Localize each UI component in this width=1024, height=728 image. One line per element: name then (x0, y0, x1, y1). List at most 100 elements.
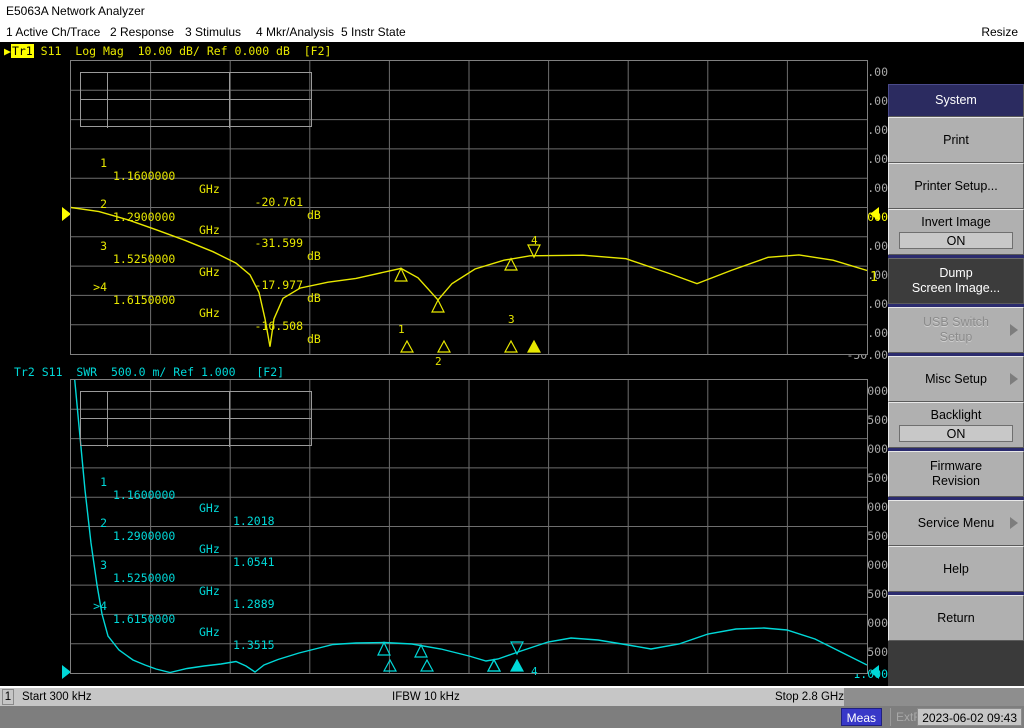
softkey-menu-title: System (888, 84, 1024, 117)
marker-freq: 1.1600000 (113, 488, 176, 502)
softkey-backlight-value[interactable]: ON (899, 425, 1013, 442)
status-bar: 1 Start 300 kHz IFBW 10 kHz Stop 2.8 GHz… (0, 686, 1024, 706)
trace1-select-arrow: ▶ (4, 44, 11, 58)
network-analyzer-window: E5063A Network Analyzer 1 Active Ch/Trac… (0, 0, 1024, 728)
axis-marker-2 (419, 658, 435, 672)
softkey-panel: System Print Printer Setup... Invert Ima… (888, 84, 1024, 728)
softkey-title-label: System (935, 93, 977, 107)
softkey-help[interactable]: Help (888, 546, 1024, 592)
marker-unit: GHz (199, 306, 220, 320)
status-channel-number: 1 (2, 689, 14, 705)
marker-value: 1.3515 (233, 638, 275, 652)
window-title-bar: E5063A Network Analyzer (0, 0, 1024, 22)
marker-id: 1 (100, 156, 107, 170)
marker-id: 2 (100, 516, 107, 530)
menu-bar: 1 Active Ch/Trace 2 Response 3 Stimulus … (0, 22, 1024, 42)
resize-button[interactable]: Resize (981, 22, 1018, 42)
trace1-number-label: 1 (870, 270, 878, 285)
trace2-marker-glyphs (377, 641, 524, 672)
status-ifbw[interactable]: IFBW 10 kHz (392, 688, 460, 706)
softkey-misc-setup-label: Misc Setup (925, 371, 987, 386)
menu-item-stimulus[interactable]: 3 Stimulus (185, 22, 241, 42)
softkey-printer-setup-label: Printer Setup... (914, 178, 998, 193)
trace2-marker-4-label: 4 (531, 665, 538, 678)
menu-item-mkr-analysis[interactable]: 4 Mkr/Analysis (256, 22, 334, 42)
table-row: 2 1.2900000 GHz -31.599 dB (81, 185, 321, 263)
chevron-right-icon (1010, 324, 1018, 336)
trace2-title-bar[interactable]: Tr2 S11 SWR 500.0 m/ Ref 1.000 [F2] (14, 365, 284, 380)
softkey-service-menu[interactable]: Service Menu (888, 500, 1024, 546)
table-row: >4 1.6150000 GHz -16.508 dB (81, 268, 321, 346)
softkey-return[interactable]: Return (888, 595, 1024, 641)
marker-freq: 1.5250000 (113, 571, 176, 585)
trace2-badge: Tr2 (14, 365, 35, 379)
marker-vunit: dB (307, 332, 321, 346)
status-start-freq[interactable]: Start 300 kHz (22, 688, 92, 706)
softkey-firmware-line1: Firmware (929, 459, 983, 473)
trace1-title-text: S11 Log Mag 10.00 dB/ Ref 0.000 dB [F2] (40, 44, 332, 58)
menu-item-instr-state[interactable]: 5 Instr State (341, 22, 406, 42)
softkey-usb-line2: Setup (939, 330, 973, 344)
trace1-marker-1-label: 1 (398, 323, 405, 336)
softkey-printer-setup[interactable]: Printer Setup... (888, 163, 1024, 209)
softkey-firmware-line2: Revision (932, 474, 980, 488)
datetime-display[interactable]: 2023-06-02 09:43 (917, 708, 1022, 726)
trace1-axis-markers (399, 339, 542, 353)
trace2-marker-table: 1 1.1600000 GHz 1.2018 2 1.2900000 GHz 1… (80, 391, 312, 652)
axis-marker-4-active (509, 658, 525, 672)
marker-id: 1 (100, 475, 107, 489)
trace1-marker-4-label: 4 (531, 234, 538, 247)
marker-freq: 1.5250000 (113, 252, 176, 266)
softkey-invert-image[interactable]: Invert Image ON (888, 209, 1024, 255)
graph-area: ▶Tr1 S11 Log Mag 10.00 dB/ Ref 0.000 dB … (0, 42, 888, 707)
trace1-marker-glyphs (394, 244, 541, 313)
table-row: >4 1.6150000 GHz 1.3515 (81, 587, 311, 652)
softkey-invert-image-value[interactable]: ON (899, 232, 1013, 249)
marker-id: >4 (93, 280, 107, 294)
softkey-backlight-label: Backlight (930, 408, 982, 422)
trace2-marker-1-glyph (377, 641, 391, 656)
marker-vunit: dB (307, 249, 321, 263)
trace2-title-text: S11 SWR 500.0 m/ Ref 1.000 [F2] (41, 365, 285, 379)
table-row: 2 1.2900000 GHz 1.0541 (81, 504, 311, 569)
marker-id: 2 (100, 197, 107, 211)
marker-freq: 1.1600000 (113, 169, 176, 183)
status-stop-freq[interactable]: Stop 2.8 GHz (775, 688, 844, 706)
softkey-print[interactable]: Print (888, 117, 1024, 163)
trace2-ref-right-triangle (870, 665, 879, 679)
chevron-right-icon (1010, 373, 1018, 385)
bottom-bar: Meas ExtRef 2023-06-02 09:43 (0, 706, 1024, 728)
softkey-firmware-revision[interactable]: Firmware Revision (888, 451, 1024, 497)
softkey-backlight[interactable]: Backlight ON (888, 402, 1024, 448)
trace1-marker-2-glyph (431, 298, 445, 313)
trace1-marker-table: 1 1.1600000 GHz -20.761 dB 2 1.2900000 G… (80, 72, 321, 346)
trace1-title-bar[interactable]: ▶Tr1 S11 Log Mag 10.00 dB/ Ref 0.000 dB … (4, 44, 331, 59)
axis-marker-1 (399, 339, 415, 353)
status-right-filler (844, 688, 1024, 706)
marker-id: >4 (93, 599, 107, 613)
meas-indicator[interactable]: Meas (840, 708, 882, 726)
marker-id: 3 (100, 558, 107, 572)
marker-freq: 1.6150000 (113, 293, 176, 307)
trace1-marker-2-label: 2 (435, 355, 442, 368)
marker-freq: 1.6150000 (113, 612, 176, 626)
softkey-dump-line2: Screen Image... (911, 281, 1001, 295)
softkey-dump-line1: Dump (939, 266, 973, 280)
instrument-screen: ▶Tr1 S11 Log Mag 10.00 dB/ Ref 0.000 dB … (0, 42, 1024, 728)
softkey-help-label: Help (943, 561, 969, 576)
softkey-misc-setup[interactable]: Misc Setup (888, 356, 1024, 402)
trace1-ref-right-triangle (870, 207, 879, 221)
marker-vunit: dB (307, 208, 321, 222)
menu-item-active-ch-trace[interactable]: 1 Active Ch/Trace (6, 22, 100, 42)
softkey-print-label: Print (943, 132, 969, 147)
softkey-usb-switch-setup: USB Switch Setup (888, 307, 1024, 353)
table-row: 3 1.5250000 GHz -17.977 dB (81, 227, 321, 305)
softkey-dump-screen-image[interactable]: Dump Screen Image... (888, 258, 1024, 304)
menu-item-response[interactable]: 2 Response (110, 22, 174, 42)
softkey-return-label: Return (937, 610, 975, 625)
marker-vunit: dB (307, 291, 321, 305)
marker-freq: 1.2900000 (113, 529, 176, 543)
axis-marker-3 (503, 339, 519, 353)
chevron-right-icon (1010, 517, 1018, 529)
marker-value: -16.508 (254, 319, 303, 333)
